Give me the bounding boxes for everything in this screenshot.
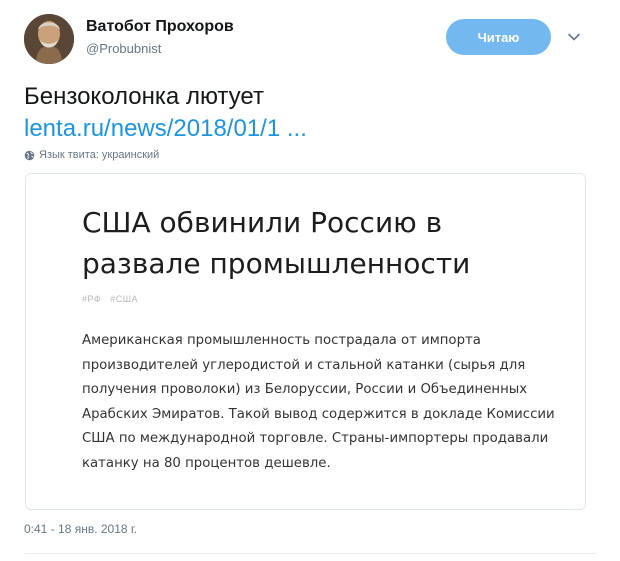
globe-icon	[24, 150, 35, 161]
tweet-language-label: Язык твита: украинский	[39, 149, 160, 161]
author-screen-name[interactable]: @Probubnist	[86, 41, 161, 56]
follow-button[interactable]: Читаю	[446, 19, 551, 55]
tweet-language: Язык твита: украинский	[24, 149, 159, 161]
tweet-timestamp[interactable]: 0:41 - 18 янв. 2018 г.	[24, 522, 137, 536]
card-body: Американская промышленность пострадала о…	[82, 333, 555, 471]
chevron-down-icon[interactable]	[566, 29, 582, 45]
card-tags: #РФ #США	[82, 294, 138, 304]
tweet-link[interactable]: lenta.ru/news/2018/01/1 ...	[24, 114, 307, 144]
tweet-text: Бензоколонка лютует	[24, 83, 264, 110]
avatar[interactable]	[24, 14, 74, 64]
author-display-name[interactable]: Ватобот Прохоров	[86, 18, 234, 36]
tweet: Ватобот Прохоров @Probubnist Читаю Бензо…	[0, 0, 620, 561]
link-preview-card[interactable]: США обвинили Россию в развале промышленн…	[25, 173, 586, 510]
card-tag: #РФ	[82, 294, 102, 304]
card-title: США обвинили Россию в развале промышленн…	[82, 206, 471, 280]
divider	[24, 553, 596, 554]
card-tag: #США	[110, 294, 139, 304]
